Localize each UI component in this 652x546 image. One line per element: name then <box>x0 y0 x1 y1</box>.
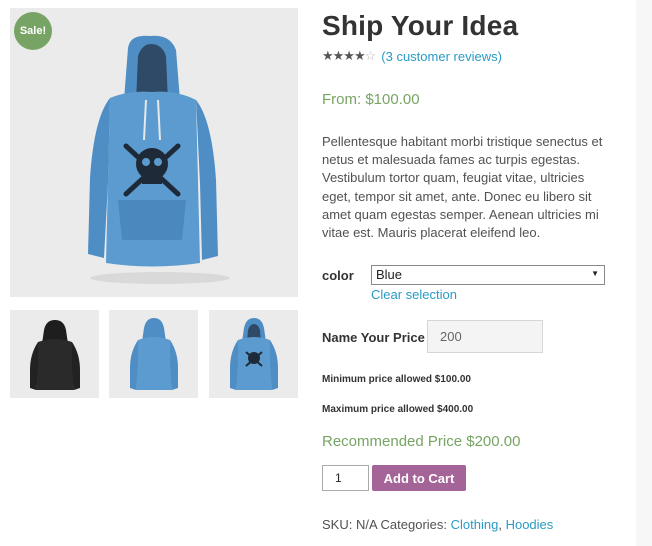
thumbnail-black-hoodie[interactable] <box>10 310 99 398</box>
black-hoodie-image <box>30 320 80 390</box>
category-separator: , <box>498 517 502 532</box>
name-your-price-label: Name Your Price <box>322 330 425 345</box>
product-rating: ★★★★☆ (3 customer reviews) <box>322 48 502 64</box>
variation-label-color: color <box>322 268 354 283</box>
sale-badge: Sale! <box>14 12 52 50</box>
product-main-image[interactable]: Sale! <box>10 8 298 297</box>
maximum-price-text: Maximum price allowed $400.00 <box>322 404 474 415</box>
product-title: Ship Your Idea <box>322 10 519 41</box>
customer-reviews-link[interactable]: (3 customer reviews) <box>381 49 502 64</box>
color-select-value: Blue <box>376 267 403 282</box>
thumbnail-blue-hoodie-back[interactable] <box>109 310 198 398</box>
blue-hoodie-back-image <box>130 318 178 390</box>
product-price: From: $100.00 <box>322 91 420 108</box>
page-edge-strip <box>636 0 652 546</box>
category-link-clothing[interactable]: Clothing <box>451 517 499 532</box>
color-select[interactable]: Blue ▼ <box>371 265 605 285</box>
category-link-hoodies[interactable]: Hoodies <box>506 517 554 532</box>
blue-hoodie-image <box>88 35 230 284</box>
thumbnail-blue-hoodie-front[interactable] <box>209 310 298 398</box>
blue-hoodie-front-image <box>230 318 278 390</box>
sku-categories-text: SKU: N/A Categories: <box>322 517 447 532</box>
star-rating-icon: ★★★★☆ <box>322 48 376 63</box>
quantity-input[interactable]: 1 <box>322 465 369 491</box>
product-description: Pellentesque habitant morbi tristique se… <box>322 134 603 241</box>
name-your-price-input[interactable]: 200 <box>427 320 543 353</box>
clear-selection-link[interactable]: Clear selection <box>371 287 457 302</box>
recommended-price: Recommended Price $200.00 <box>322 433 521 450</box>
dropdown-arrow-icon: ▼ <box>591 269 599 278</box>
product-meta: SKU: N/A Categories: Clothing, Hoodies <box>322 517 553 532</box>
add-to-cart-button[interactable]: Add to Cart <box>372 465 466 491</box>
minimum-price-text: Minimum price allowed $100.00 <box>322 374 471 385</box>
